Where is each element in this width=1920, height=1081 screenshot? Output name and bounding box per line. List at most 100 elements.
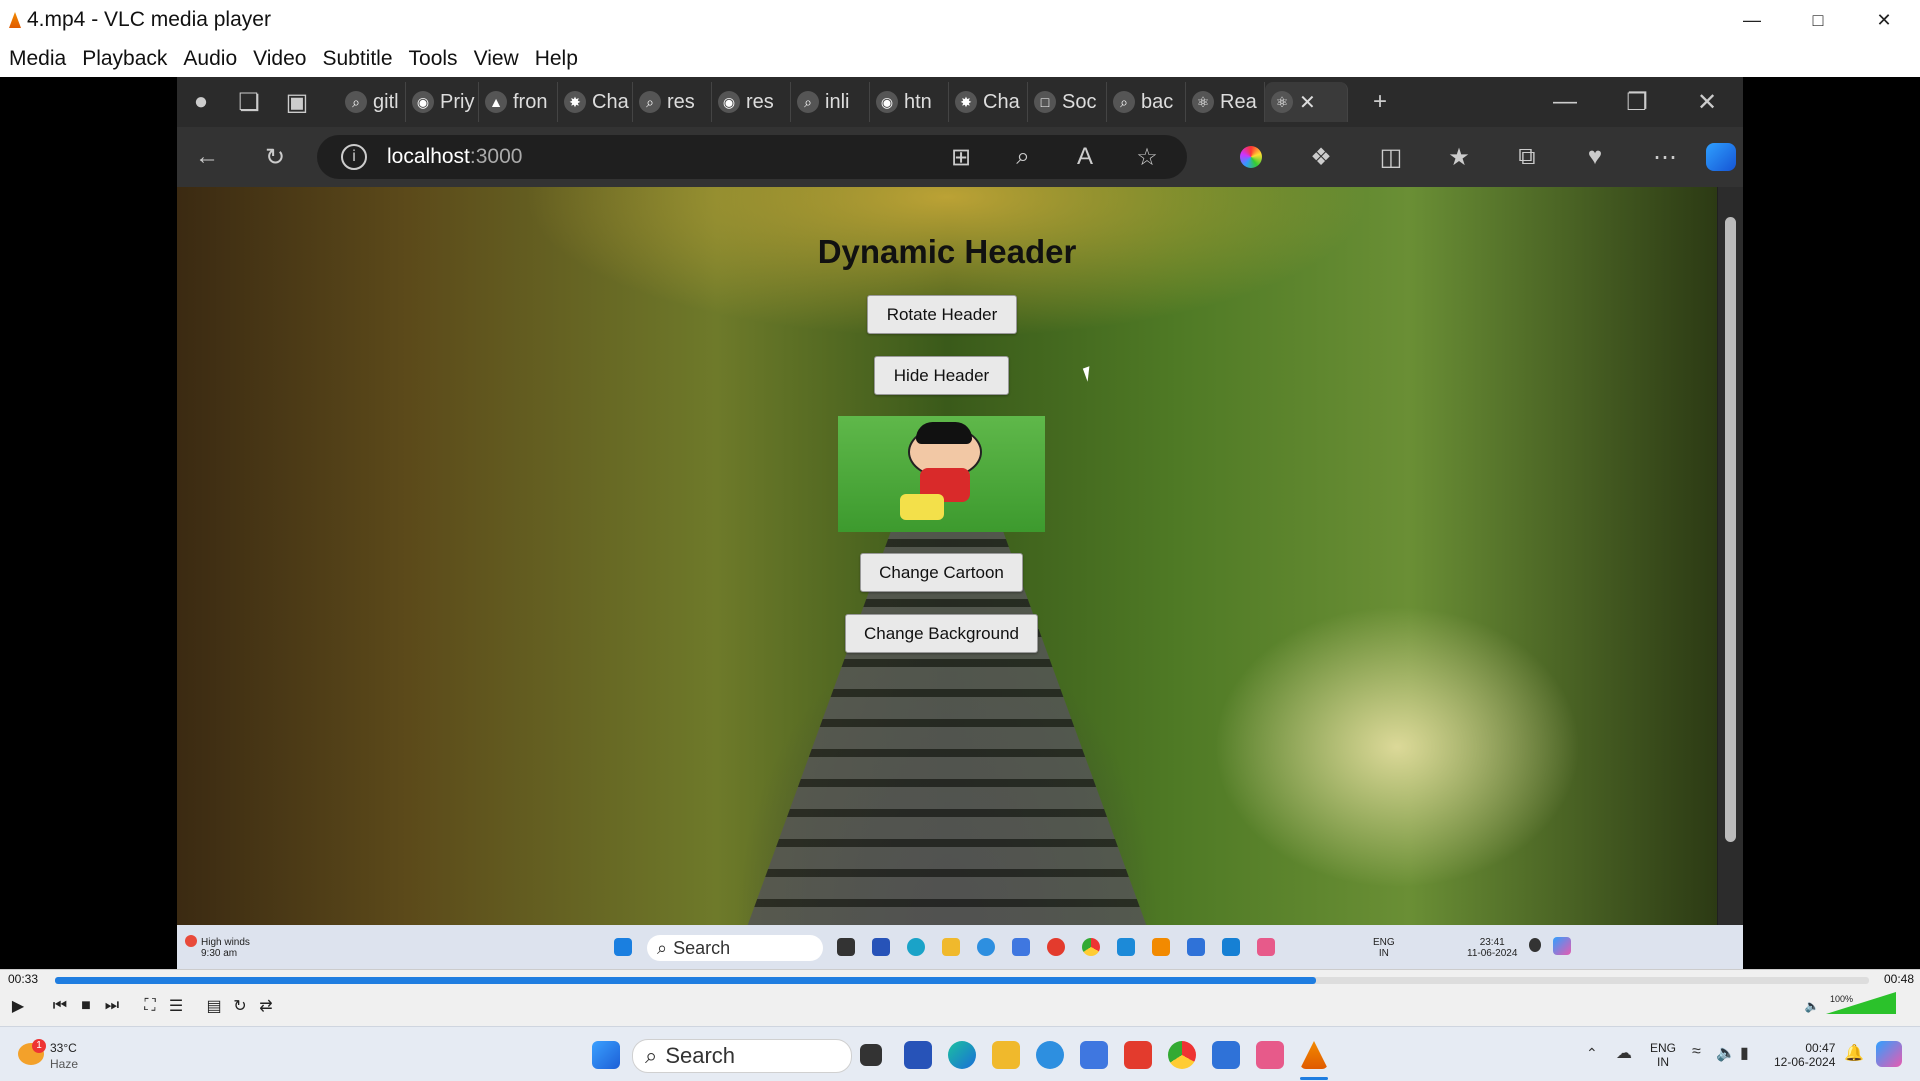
start-button[interactable] bbox=[592, 1041, 620, 1069]
speaker-icon[interactable]: 🔈 bbox=[1800, 994, 1824, 1018]
vlc-taskbar-icon[interactable] bbox=[1300, 1041, 1328, 1069]
menu-help[interactable]: Help bbox=[535, 47, 578, 71]
browser-close-icon: ✕ bbox=[1696, 88, 1718, 116]
playlist-button[interactable]: ▤ bbox=[202, 994, 226, 1018]
fullscreen-button[interactable]: ⛶ bbox=[138, 994, 162, 1018]
onedrive-icon[interactable]: ☁ bbox=[1616, 1043, 1632, 1063]
browser-restore-icon: ❐ bbox=[1626, 88, 1648, 116]
search-icon: ⌕ bbox=[797, 91, 819, 113]
change-background-button[interactable]: Change Background bbox=[845, 614, 1038, 653]
menu-video[interactable]: Video bbox=[253, 47, 306, 71]
chrome-icon bbox=[1082, 938, 1100, 956]
info-icon: i bbox=[341, 144, 367, 170]
vlc-title-bar: 4.mp4 - VLC media player — □ ✕ bbox=[0, 0, 1920, 40]
more-icon: ⋯ bbox=[1653, 143, 1677, 171]
recorded-search-box: ⌕ Search bbox=[647, 935, 823, 961]
notification-bell-icon[interactable]: 🔔 bbox=[1844, 1043, 1864, 1063]
menu-view[interactable]: View bbox=[474, 47, 519, 71]
profile-icon: ● bbox=[193, 88, 209, 115]
read-aloud-icon: A bbox=[1076, 143, 1093, 170]
tab: □ Soc bbox=[1028, 82, 1107, 122]
recorded-weather: High winds 9:30 am bbox=[201, 937, 250, 959]
menu-media[interactable]: Media bbox=[9, 47, 66, 71]
notepad-icon bbox=[1117, 938, 1135, 956]
app-icon[interactable] bbox=[1080, 1041, 1108, 1069]
volume-muted-icon[interactable]: 🔈 bbox=[1716, 1043, 1736, 1063]
favorite-star-icon: ☆ bbox=[1136, 143, 1158, 171]
extensions-icon: ❖ bbox=[1310, 143, 1332, 171]
taskbar-search-box[interactable]: ⌕ Search bbox=[632, 1039, 852, 1073]
extended-settings-button[interactable]: ☰ bbox=[164, 994, 188, 1018]
clock[interactable]: 00:47 12-06-2024 bbox=[1774, 1041, 1835, 1069]
mail-icon[interactable] bbox=[1212, 1041, 1240, 1069]
time-total: 00:48 bbox=[1884, 972, 1915, 986]
play-button[interactable]: ▶ bbox=[6, 994, 30, 1018]
tab: ▲ fron bbox=[479, 82, 558, 122]
react-icon: ⚛ bbox=[1271, 91, 1293, 113]
url-field: i localhost:3000 ⊞ ⌕ A ☆ bbox=[317, 135, 1187, 179]
battery-icon[interactable]: ▮ bbox=[1740, 1043, 1749, 1063]
copilot-icon[interactable] bbox=[1876, 1041, 1902, 1067]
language-indicator[interactable]: ENG IN bbox=[1650, 1041, 1676, 1069]
stop-button[interactable]: ■ bbox=[74, 994, 98, 1018]
browser-minimize-icon: — bbox=[1553, 88, 1577, 115]
show-hidden-icons[interactable]: ⌃ bbox=[1586, 1045, 1598, 1062]
loop-button[interactable]: ↻ bbox=[228, 994, 252, 1018]
drive-icon: ▲ bbox=[485, 91, 507, 113]
change-cartoon-button[interactable]: Change Cartoon bbox=[860, 553, 1023, 592]
task-view-icon[interactable] bbox=[860, 1044, 882, 1066]
maximize-button[interactable]: □ bbox=[1785, 0, 1851, 40]
search-icon: ⌕ bbox=[639, 91, 661, 113]
favorites-icon: ★ bbox=[1448, 143, 1470, 171]
menu-subtitle[interactable]: Subtitle bbox=[322, 47, 392, 71]
menu-audio[interactable]: Audio bbox=[183, 47, 237, 71]
brave-icon[interactable] bbox=[1124, 1041, 1152, 1069]
menu-playback[interactable]: Playback bbox=[82, 47, 167, 71]
recorded-language: ENG IN bbox=[1373, 937, 1395, 959]
previous-button[interactable]: ⏮ bbox=[48, 994, 72, 1018]
cartoon-image bbox=[838, 416, 1045, 532]
app-icon: ⊞ bbox=[950, 143, 972, 171]
notification-bell-icon bbox=[1529, 938, 1541, 952]
tab: ⚛ Rea bbox=[1186, 82, 1265, 122]
file-explorer-icon[interactable] bbox=[992, 1041, 1020, 1069]
next-button[interactable]: ⏭ bbox=[100, 994, 124, 1018]
search-icon: ⌕ bbox=[1113, 91, 1135, 113]
url-text: localhost:3000 bbox=[387, 145, 523, 168]
tab: ⌕ gitl bbox=[339, 82, 406, 122]
chrome-icon[interactable] bbox=[1168, 1041, 1196, 1069]
tab-active: ⚛ ✕ bbox=[1265, 82, 1348, 122]
github-icon: ◉ bbox=[412, 91, 434, 113]
windows-taskbar: 1 33°C Haze ⌕ Search ⌃ ☁ ENG IN ≈ 🔈 ▮ 00:4… bbox=[0, 1026, 1920, 1081]
app-icon bbox=[1012, 938, 1030, 956]
weather-desc: Haze bbox=[50, 1057, 79, 1071]
weather-badge: 1 bbox=[32, 1039, 46, 1053]
close-button[interactable]: ✕ bbox=[1851, 0, 1917, 40]
browser-tab-bar: ● ❏ ▣ ⌕ gitl ◉ Priy ▲ fron ✸ Cha ⌕ res ◉ res ⌕… bbox=[177, 77, 1743, 127]
back-icon: ← bbox=[195, 143, 219, 170]
web-page: Dynamic Header Rotate Header Hide Header… bbox=[177, 187, 1717, 925]
volume-slider[interactable]: 100% bbox=[1826, 992, 1896, 1014]
vlc-menubar: Media Playback Audio Video Subtitle Tool… bbox=[0, 40, 1920, 78]
store-icon[interactable] bbox=[904, 1041, 932, 1069]
shuffle-button[interactable]: ⇄ bbox=[254, 994, 278, 1018]
vlc-icon bbox=[1152, 938, 1170, 956]
tab: ⌕ bac bbox=[1107, 82, 1186, 122]
snipping-tool-icon[interactable] bbox=[1256, 1041, 1284, 1069]
edge-icon[interactable] bbox=[948, 1041, 976, 1069]
browser-icon[interactable] bbox=[1036, 1041, 1064, 1069]
seek-bar[interactable] bbox=[55, 977, 1869, 984]
vlc-cone-icon bbox=[9, 12, 21, 28]
rotate-header-button[interactable]: Rotate Header bbox=[867, 295, 1017, 334]
tab: ✸ Cha bbox=[949, 82, 1028, 122]
hide-header-button[interactable]: Hide Header bbox=[874, 356, 1009, 395]
search-icon: ⌕ bbox=[657, 937, 668, 958]
wifi-icon[interactable]: ≈ bbox=[1692, 1043, 1701, 1061]
zoom-icon: ⌕ bbox=[1016, 143, 1030, 170]
menu-tools[interactable]: Tools bbox=[409, 47, 458, 71]
search-icon: ⌕ bbox=[345, 91, 367, 113]
seek-bar-fill bbox=[55, 977, 1316, 984]
minimize-button[interactable]: — bbox=[1719, 0, 1785, 40]
scrollbar-thumb bbox=[1725, 217, 1736, 842]
window-title: 4.mp4 - VLC media player bbox=[27, 8, 271, 31]
